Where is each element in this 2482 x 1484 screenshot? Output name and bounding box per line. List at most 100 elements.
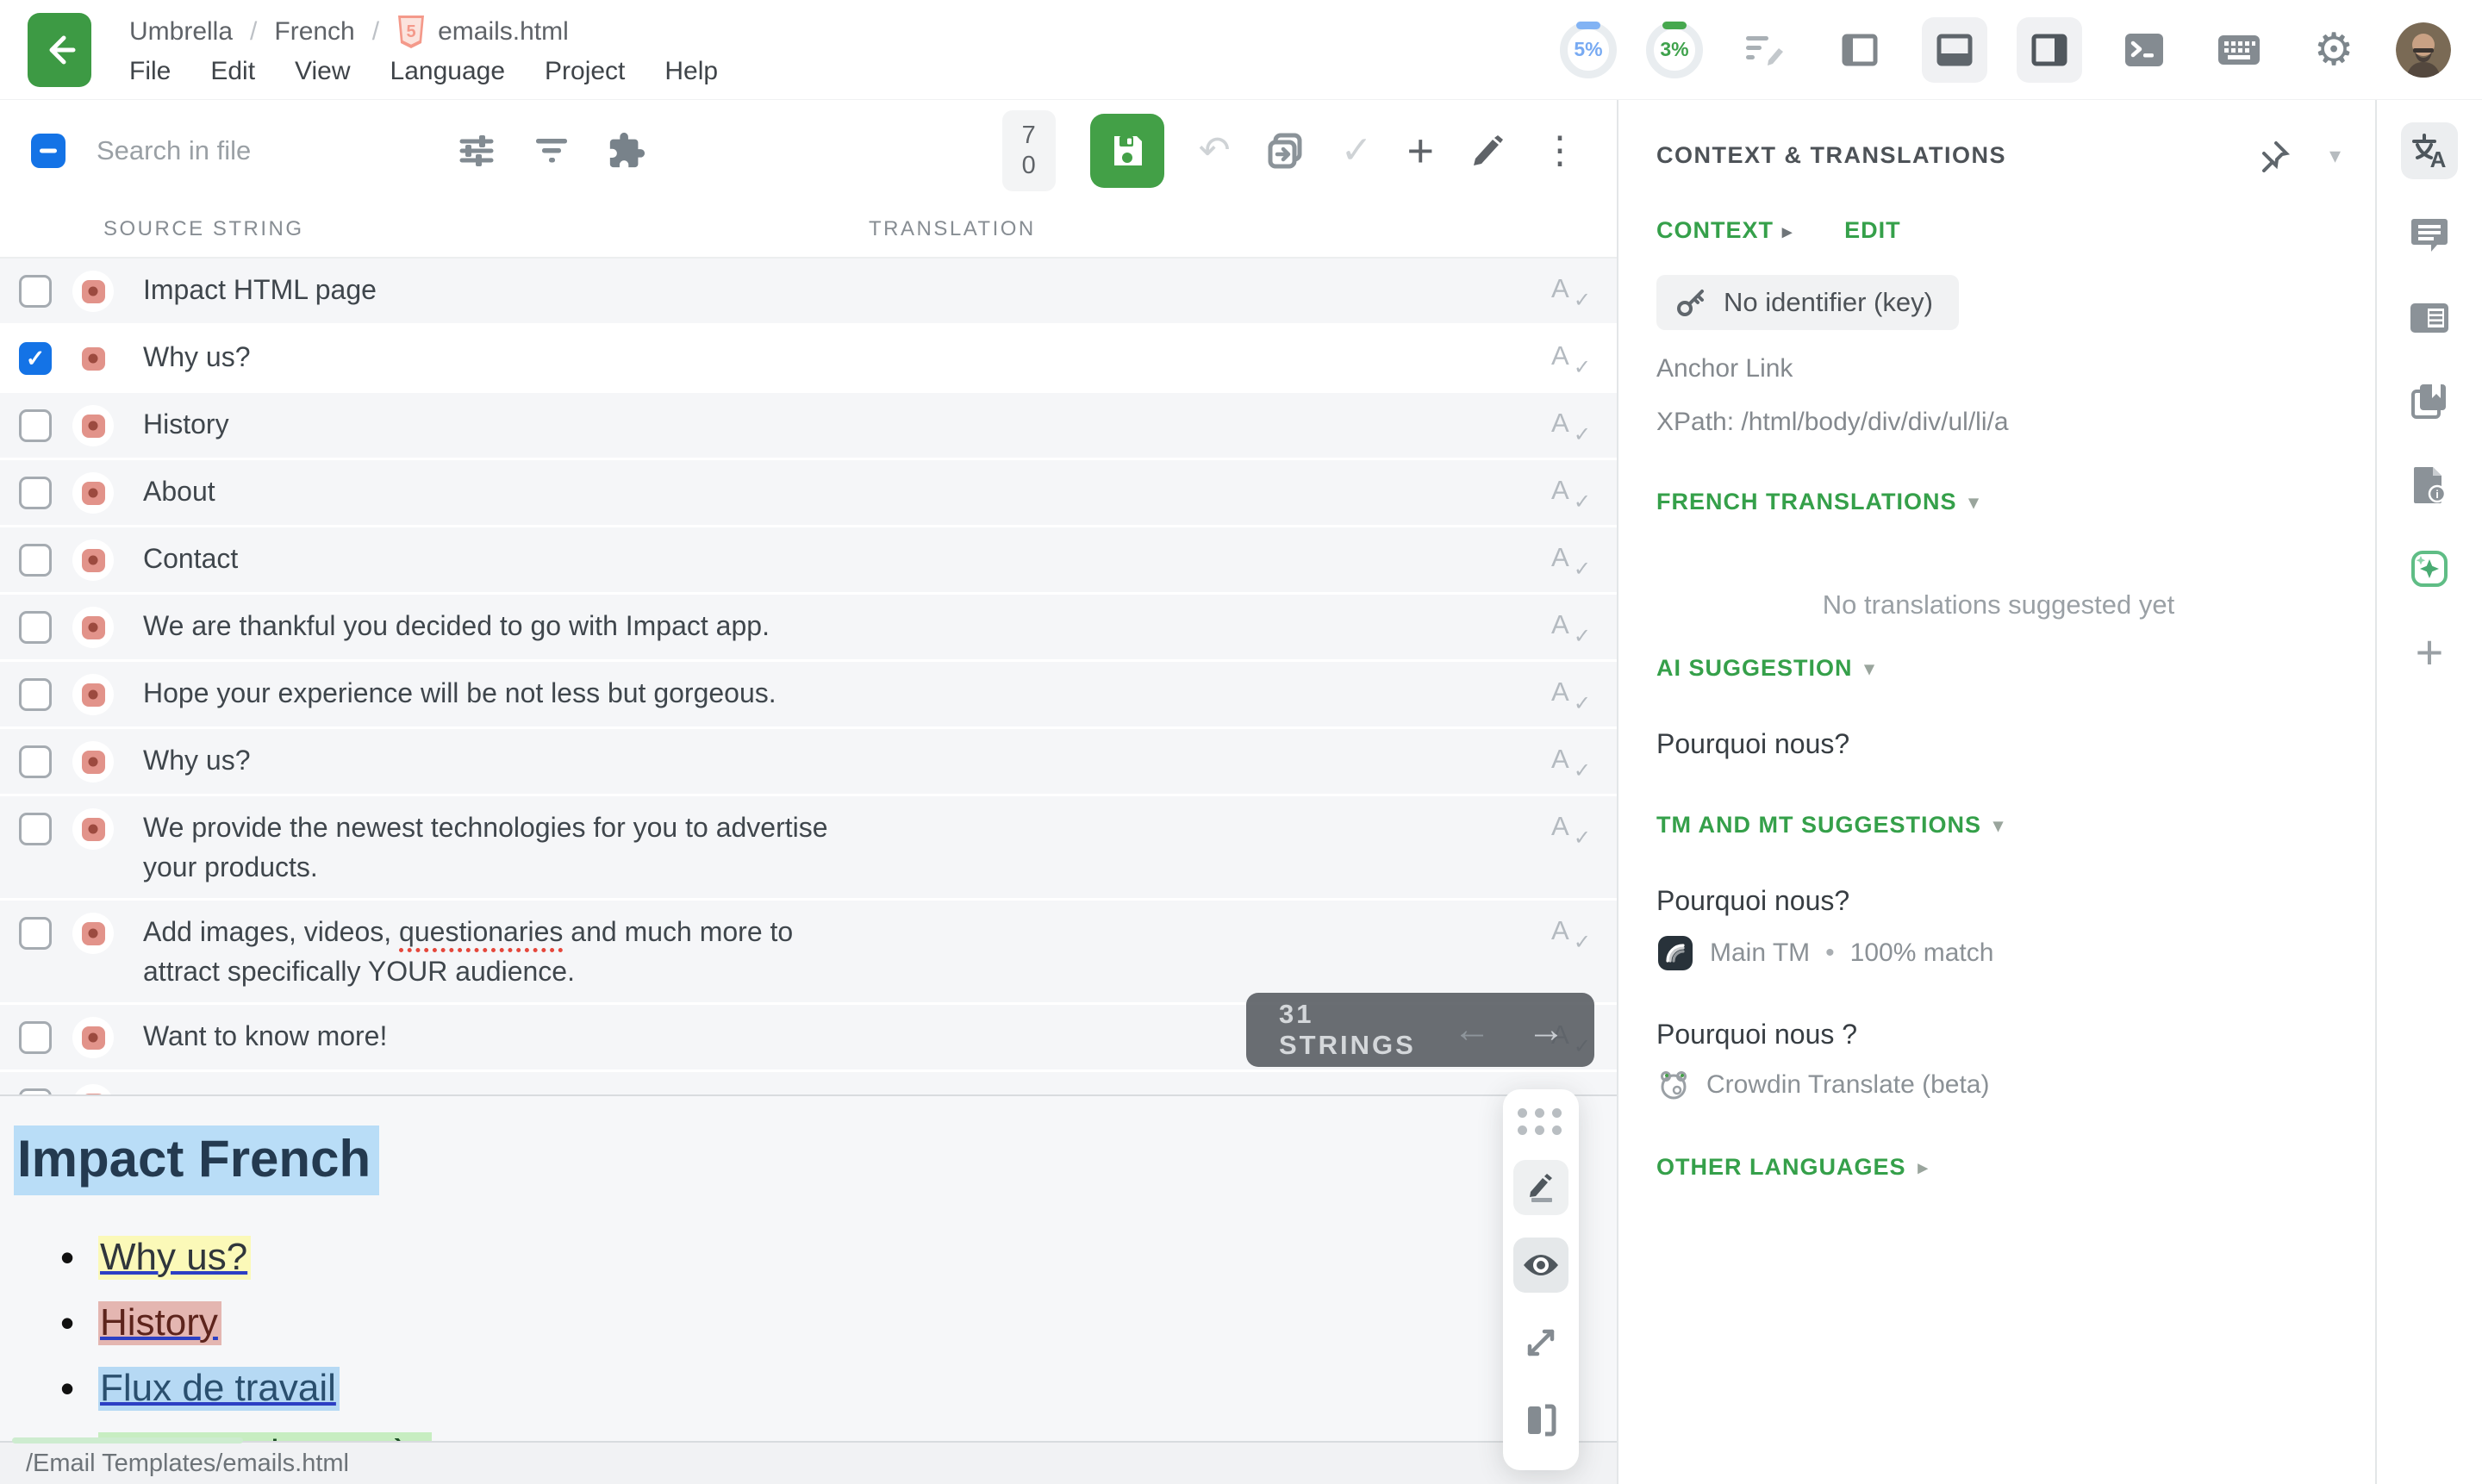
other-languages-section-header[interactable]: OTHER LANGUAGES ▸: [1656, 1154, 2341, 1181]
sort-filter-icon[interactable]: [533, 132, 571, 170]
suggest-translation-icon[interactable]: A✓: [1551, 340, 1582, 371]
tm-suggestion-text[interactable]: Pourquoi nous?: [1656, 885, 2341, 917]
row-checkbox[interactable]: ✓: [19, 813, 52, 845]
undo-button[interactable]: ↶: [1199, 132, 1231, 170]
mt-suggestion-text[interactable]: Pourquoi nous ?: [1656, 1019, 2341, 1051]
ai-suggestion-text[interactable]: Pourquoi nous?: [1656, 728, 2341, 760]
ai-suggestion-section-header[interactable]: AI SUGGESTION ▾: [1656, 655, 2341, 682]
row-checkbox[interactable]: ✓: [19, 477, 52, 509]
menu-language[interactable]: Language: [390, 57, 505, 86]
layout-right-panel-button[interactable]: [2017, 17, 2082, 83]
preview-split-view-button[interactable]: [1513, 1393, 1568, 1448]
suggest-translation-icon[interactable]: A✓: [1551, 811, 1582, 842]
french-translations-section-header[interactable]: FRENCH TRANSLATIONS ▾: [1656, 489, 2341, 515]
suggest-translation-icon[interactable]: A✓: [1551, 273, 1582, 304]
identifier-key-chip[interactable]: No identifier (key): [1656, 275, 1959, 330]
file-path: /Email Templates/emails.html: [26, 1450, 349, 1478]
suggest-translation-icon[interactable]: A✓: [1551, 609, 1582, 640]
menu-file[interactable]: File: [129, 57, 171, 86]
suggest-translation-icon[interactable]: A✓: [1551, 542, 1582, 573]
table-row[interactable]: ✓ We provide the newest technologies for…: [0, 796, 1617, 901]
breadcrumb-file[interactable]: 5 emails.html: [396, 14, 569, 50]
console-button[interactable]: [2111, 17, 2177, 83]
edit-pencil-button[interactable]: [1469, 132, 1506, 170]
translated-progress-ring[interactable]: 5%: [1560, 22, 1617, 78]
rail-terms-tab[interactable]: [2401, 290, 2458, 346]
rail-glossary-tab[interactable]: [2401, 373, 2458, 430]
preview-link[interactable]: Why us?: [98, 1236, 251, 1280]
suggest-translation-icon[interactable]: A✓: [1551, 408, 1582, 439]
filter-settings-icon[interactable]: [457, 131, 496, 171]
suggest-translation-icon[interactable]: A✓: [1551, 744, 1582, 775]
suggest-translation-icon[interactable]: A✓: [1551, 475, 1582, 506]
search-input[interactable]: [95, 134, 405, 167]
row-checkbox[interactable]: ✓: [19, 342, 52, 375]
row-checkbox[interactable]: ✓: [19, 611, 52, 644]
edit-context-link[interactable]: EDIT: [1844, 217, 1901, 244]
table-row[interactable]: ✓ History A✓: [0, 393, 1617, 460]
string-counter[interactable]: 7 0: [1002, 110, 1056, 191]
layout-bottom-panel-button[interactable]: [1922, 17, 1987, 83]
menu-edit[interactable]: Edit: [210, 57, 255, 86]
table-row[interactable]: ✓ Add images, videos, questionaries and …: [0, 901, 1617, 1005]
user-avatar[interactable]: [2396, 22, 2451, 78]
breadcrumb-project[interactable]: Umbrella: [129, 17, 233, 47]
row-checkbox[interactable]: ✓: [19, 678, 52, 711]
rail-ai-tab[interactable]: [2401, 540, 2458, 597]
preview-link[interactable]: Flux de travail: [98, 1367, 340, 1411]
row-checkbox[interactable]: ✓: [19, 275, 52, 308]
row-checkbox[interactable]: ✓: [19, 544, 52, 577]
breadcrumb-language[interactable]: French: [274, 17, 354, 47]
approved-progress-ring[interactable]: 3%: [1646, 22, 1703, 78]
menu-project[interactable]: Project: [545, 57, 625, 86]
save-button[interactable]: [1090, 114, 1164, 188]
rail-add-tab[interactable]: +: [2401, 624, 2458, 681]
table-row[interactable]: ✓ Contact A✓: [0, 527, 1617, 595]
table-row[interactable]: ✓ Why us? A✓: [0, 729, 1617, 796]
table-row[interactable]: ✓ Impact HTML page A✓: [0, 259, 1617, 326]
table-row[interactable]: ✓ » A✓: [0, 1072, 1617, 1094]
more-options-button[interactable]: ⋮: [1541, 132, 1579, 170]
preview-page-title[interactable]: Impact French: [14, 1125, 379, 1195]
row-checkbox[interactable]: ✓: [19, 1088, 52, 1094]
pager-next-button[interactable]: →: [1527, 1008, 1565, 1051]
context-tab[interactable]: CONTEXT▸: [1656, 217, 1793, 244]
copy-source-button[interactable]: [1265, 130, 1306, 171]
table-row[interactable]: ✓ Why us? A✓: [0, 326, 1617, 393]
tm-mt-section-header[interactable]: TM AND MT SUGGESTIONS ▾: [1656, 812, 2341, 839]
drafts-button[interactable]: [1732, 17, 1798, 83]
row-checkbox[interactable]: ✓: [19, 917, 52, 950]
back-button[interactable]: [28, 13, 91, 87]
rail-comments-tab[interactable]: [2401, 206, 2458, 263]
plugins-puzzle-icon[interactable]: [607, 131, 646, 171]
drag-handle-icon[interactable]: [1518, 1108, 1564, 1138]
rail-file-info-tab[interactable]: i: [2401, 457, 2458, 514]
menu-help[interactable]: Help: [664, 57, 718, 86]
collapse-panel-chevron[interactable]: ▾: [2329, 142, 2341, 169]
suggest-translation-icon[interactable]: A✓: [1551, 677, 1582, 708]
row-checkbox[interactable]: ✓: [19, 745, 52, 778]
preview-link[interactable]: History: [98, 1301, 221, 1345]
add-string-button[interactable]: +: [1406, 128, 1434, 174]
no-translations-message: No translations suggested yet: [1656, 589, 2341, 620]
approve-button[interactable]: ✓: [1341, 132, 1373, 170]
layout-left-panel-button[interactable]: [1827, 17, 1893, 83]
table-row[interactable]: ✓ We are thankful you decided to go with…: [0, 595, 1617, 662]
preview-list-item: Why us?: [98, 1225, 1617, 1290]
avatar-photo: [2396, 22, 2451, 78]
shortcuts-button[interactable]: [2206, 17, 2272, 83]
row-checkbox[interactable]: ✓: [19, 409, 52, 442]
preview-view-mode-button[interactable]: [1513, 1238, 1568, 1293]
rail-translations-tab[interactable]: A: [2401, 122, 2458, 179]
suggest-translation-icon[interactable]: A✓: [1551, 915, 1582, 946]
row-checkbox[interactable]: ✓: [19, 1021, 52, 1054]
table-row[interactable]: ✓ Hope your experience will be not less …: [0, 662, 1617, 729]
menu-view[interactable]: View: [295, 57, 350, 86]
table-row[interactable]: ✓ About A✓: [0, 460, 1617, 527]
preview-expand-button[interactable]: [1513, 1315, 1568, 1370]
unpin-icon[interactable]: [2257, 138, 2292, 172]
preview-edit-mode-button[interactable]: [1513, 1160, 1568, 1215]
select-all-checkbox[interactable]: [31, 134, 65, 168]
settings-button[interactable]: ⚙: [2301, 17, 2367, 83]
pager-prev-button[interactable]: ←: [1453, 1008, 1491, 1051]
